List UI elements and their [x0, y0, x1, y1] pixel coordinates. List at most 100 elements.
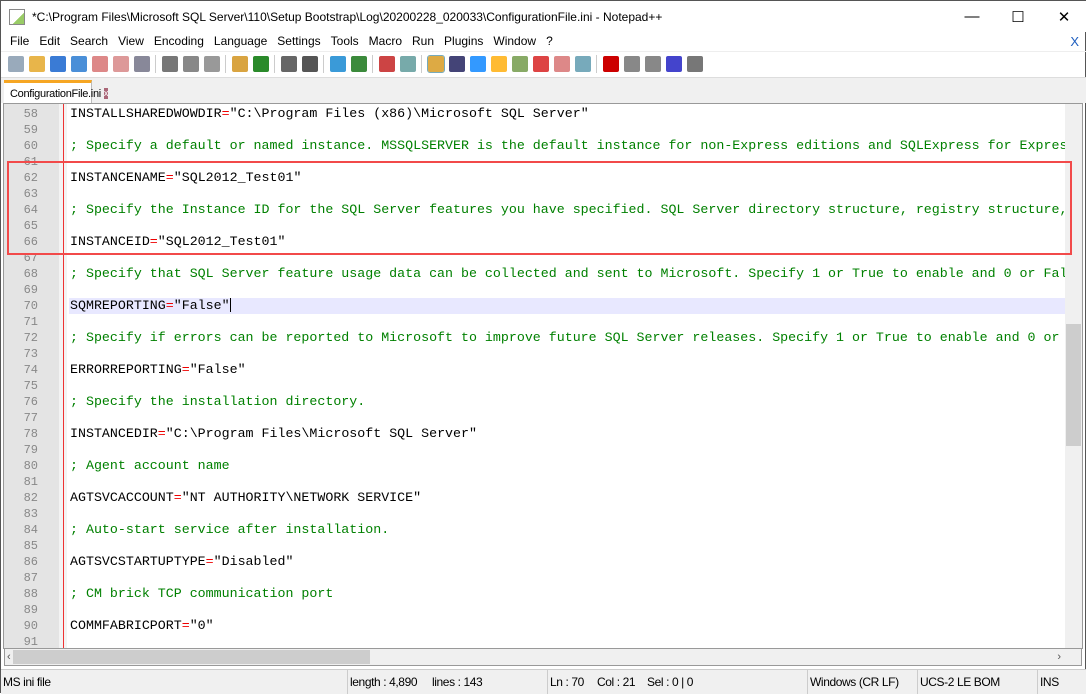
maximize-button[interactable]: ☐: [995, 1, 1041, 32]
show-all-chars-icon[interactable]: [448, 56, 465, 72]
paste-icon[interactable]: [203, 56, 220, 72]
menu-search[interactable]: Search: [65, 32, 113, 51]
close-document-button[interactable]: X: [1070, 32, 1079, 51]
editor-line[interactable]: 77: [4, 410, 1066, 426]
editor-line[interactable]: 80 ; Agent account name: [4, 458, 1066, 474]
editor-line[interactable]: 67: [4, 250, 1066, 266]
tab-close-icon[interactable]: x: [103, 88, 109, 99]
editor-line[interactable]: 73: [4, 346, 1066, 362]
new-file-icon[interactable]: [7, 56, 24, 72]
run-macro-multiple-icon[interactable]: [665, 56, 682, 72]
copy-icon[interactable]: [182, 56, 199, 72]
editor-line[interactable]: 90 COMMFABRICPORT="0": [4, 618, 1066, 634]
editor-line[interactable]: 69: [4, 282, 1066, 298]
save-macro-icon[interactable]: [686, 56, 703, 72]
editor-line[interactable]: 68 ; Specify that SQL Server feature usag…: [4, 266, 1066, 282]
horizontal-scrollbar[interactable]: ‹ ›: [4, 649, 1082, 666]
undo-icon[interactable]: [231, 56, 248, 72]
menu-tools[interactable]: Tools: [326, 32, 364, 51]
comment-text: ; Specify a default or named instance. M…: [70, 138, 1066, 153]
editor-line[interactable]: 81: [4, 474, 1066, 490]
sync-horizontal-icon[interactable]: [399, 56, 416, 72]
editor-line[interactable]: 88 ; CM brick TCP communication port: [4, 586, 1066, 602]
editor-line[interactable]: 70 SQMREPORTING="False": [4, 298, 1066, 314]
zoom-out-icon[interactable]: [350, 56, 367, 72]
menu-file[interactable]: File: [5, 32, 34, 51]
equals-operator: =: [149, 234, 158, 249]
menu-plugins[interactable]: Plugins: [439, 32, 488, 51]
ini-value: "SQL2012_Test01": [173, 170, 302, 185]
function-list-icon[interactable]: [532, 56, 549, 72]
tab-configurationfile[interactable]: ConfigurationFile.ini x: [4, 80, 109, 104]
scroll-left-icon[interactable]: ‹: [7, 649, 11, 665]
indent-guide-icon[interactable]: [469, 56, 486, 72]
close-button[interactable]: ✕: [1041, 1, 1086, 32]
minimize-button[interactable]: —: [949, 1, 995, 32]
editor-line[interactable]: 89: [4, 602, 1066, 618]
editor-line[interactable]: 75: [4, 378, 1066, 394]
save-all-icon[interactable]: [70, 56, 87, 72]
editor-line[interactable]: 63: [4, 186, 1066, 202]
editor-line[interactable]: 65: [4, 218, 1066, 234]
editor-line[interactable]: 72 ; Specify if errors can be reported to…: [4, 330, 1066, 346]
sync-vertical-icon[interactable]: [378, 56, 395, 72]
vertical-scrollbar[interactable]: [1065, 104, 1082, 648]
editor-line[interactable]: 66 INSTANCEID="SQL2012_Test01": [4, 234, 1066, 250]
save-icon[interactable]: [49, 56, 66, 72]
print-icon[interactable]: [133, 56, 150, 72]
vertical-scroll-thumb[interactable]: [1066, 324, 1081, 446]
replace-icon[interactable]: [301, 56, 318, 72]
editor-line[interactable]: 74 ERRORREPORTING="False": [4, 362, 1066, 378]
line-number: 71: [23, 315, 38, 329]
close-icon[interactable]: [91, 56, 108, 72]
editor[interactable]: 58 INSTALLSHAREDWOWDIR="C:\Program Files …: [3, 103, 1083, 649]
editor-line[interactable]: 59: [4, 122, 1066, 138]
menu-run[interactable]: Run: [407, 32, 439, 51]
menu-view[interactable]: View: [113, 32, 149, 51]
editor-line[interactable]: 61: [4, 154, 1066, 170]
editor-line[interactable]: 91: [4, 634, 1066, 648]
menu-language[interactable]: Language: [209, 32, 272, 51]
redo-icon[interactable]: [252, 56, 269, 72]
editor-line[interactable]: 79: [4, 442, 1066, 458]
play-macro-icon[interactable]: [644, 56, 661, 72]
menu-settings[interactable]: Settings: [272, 32, 325, 51]
zoom-in-icon[interactable]: [329, 56, 346, 72]
editor-line[interactable]: 83: [4, 506, 1066, 522]
editor-line[interactable]: 62 INSTANCENAME="SQL2012_Test01": [4, 170, 1066, 186]
editor-line[interactable]: 58 INSTALLSHAREDWOWDIR="C:\Program Files …: [4, 106, 1066, 122]
monitoring-icon[interactable]: [574, 56, 591, 72]
editor-line[interactable]: 60 ; Specify a default or named instance.…: [4, 138, 1066, 154]
editor-line[interactable]: 71: [4, 314, 1066, 330]
user-defined-language-icon[interactable]: [490, 56, 507, 72]
horizontal-scroll-thumb[interactable]: [13, 650, 370, 664]
menu-window[interactable]: Window: [488, 32, 541, 51]
line-code: AGTSVCACCOUNT="NT AUTHORITY\NETWORK SERV…: [69, 490, 1066, 506]
editor-line[interactable]: 84 ; Auto-start service after installatio…: [4, 522, 1066, 538]
editor-line[interactable]: 64 ; Specify the Instance ID for the SQL …: [4, 202, 1066, 218]
folder-as-workspace-icon[interactable]: [553, 56, 570, 72]
record-macro-icon[interactable]: [602, 56, 619, 72]
stop-recording-icon[interactable]: [623, 56, 640, 72]
toolbar-separator: [225, 55, 226, 73]
editor-line[interactable]: 82 AGTSVCACCOUNT="NT AUTHORITY\NETWORK SE…: [4, 490, 1066, 506]
editor-line[interactable]: 76 ; Specify the installation directory.: [4, 394, 1066, 410]
close-all-icon[interactable]: [112, 56, 129, 72]
menu-help[interactable]: ?: [541, 32, 558, 51]
open-file-icon[interactable]: [28, 56, 45, 72]
menu-encoding[interactable]: Encoding: [149, 32, 209, 51]
editor-line[interactable]: 86 AGTSVCSTARTUPTYPE="Disabled": [4, 554, 1066, 570]
line-code: ; Specify a default or named instance. M…: [69, 138, 1066, 154]
menu-edit[interactable]: Edit: [34, 32, 65, 51]
document-map-icon[interactable]: [511, 56, 528, 72]
word-wrap-icon[interactable]: [426, 55, 445, 73]
find-icon[interactable]: [280, 56, 297, 72]
scroll-right-icon[interactable]: ›: [1057, 649, 1061, 665]
menu-macro[interactable]: Macro: [364, 32, 407, 51]
cut-icon[interactable]: [161, 56, 178, 72]
editor-line[interactable]: 85: [4, 538, 1066, 554]
comment-text: ; Agent account name: [70, 458, 230, 473]
editor-line[interactable]: 78 INSTANCEDIR="C:\Program Files\Microsof…: [4, 426, 1066, 442]
line-number: 79: [23, 443, 38, 457]
editor-line[interactable]: 87: [4, 570, 1066, 586]
